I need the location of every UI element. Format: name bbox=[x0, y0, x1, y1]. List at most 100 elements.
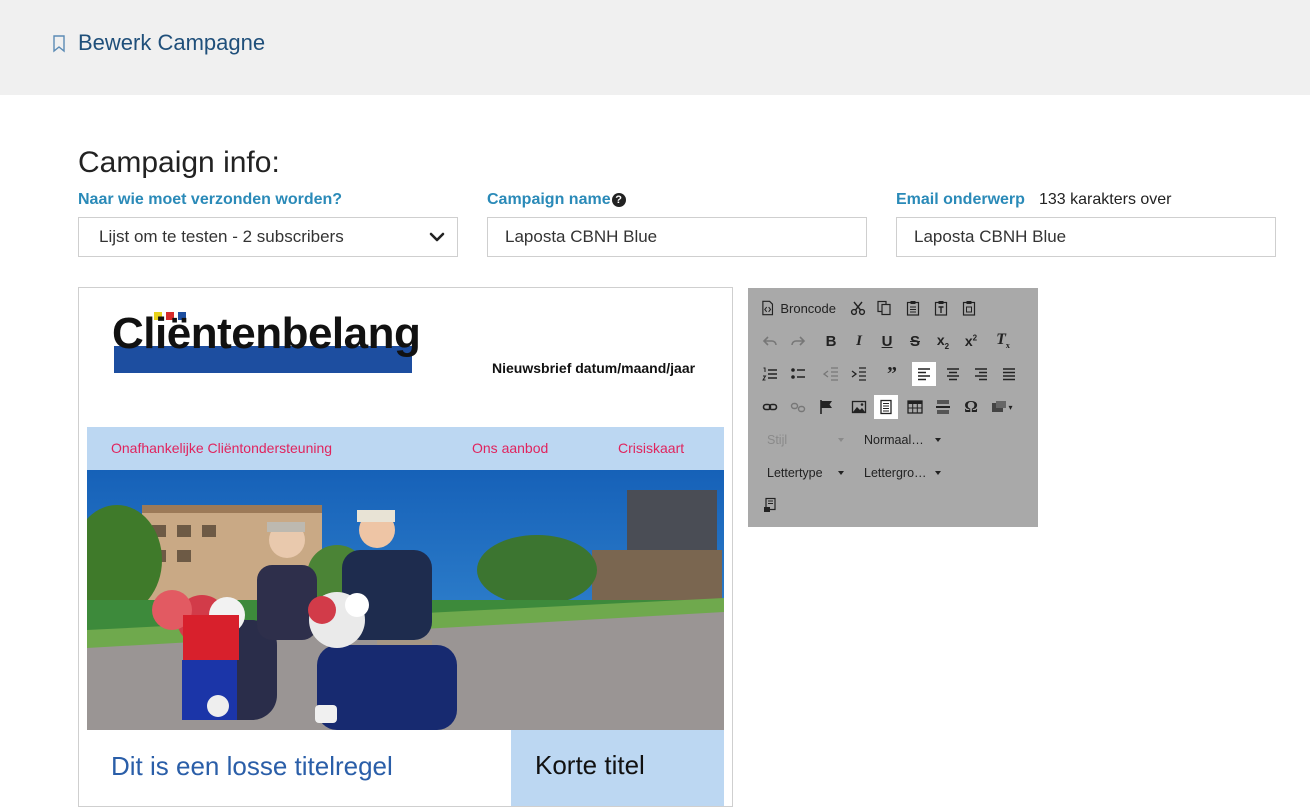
source-icon bbox=[762, 300, 774, 316]
copy-icon bbox=[877, 300, 891, 316]
unlink-button[interactable] bbox=[786, 395, 810, 419]
subscript-button[interactable]: x2 bbox=[931, 329, 955, 353]
special-character-button[interactable]: Ω bbox=[959, 395, 983, 419]
link-button[interactable] bbox=[758, 395, 782, 419]
editor-toolbar: Broncode B I U S x2 x2 Tx ” Ω ▾ Stijl No… bbox=[748, 288, 1038, 527]
strikethrough-button[interactable]: S bbox=[903, 329, 927, 353]
justify-icon bbox=[1003, 368, 1015, 381]
caret-down-icon bbox=[935, 438, 941, 442]
indent-button[interactable] bbox=[847, 362, 871, 386]
unlink-icon bbox=[790, 402, 806, 413]
outdent-button[interactable] bbox=[819, 362, 843, 386]
logo-text: Cliëntenbelang bbox=[112, 309, 421, 358]
paste-icon bbox=[906, 301, 920, 316]
side-block[interactable]: Korte titel bbox=[511, 730, 724, 806]
horizontal-line-button[interactable] bbox=[931, 395, 955, 419]
align-center-button[interactable] bbox=[941, 362, 965, 386]
email-subject-field[interactable] bbox=[896, 217, 1276, 257]
numbered-list-icon bbox=[762, 367, 777, 381]
recipients-select[interactable]: Lijst om te testen - 2 subscribers bbox=[78, 217, 458, 257]
outdent-icon bbox=[823, 367, 838, 381]
style-combo[interactable]: Stijl bbox=[767, 428, 844, 452]
quote-icon: ” bbox=[887, 363, 897, 385]
source-label: Broncode bbox=[780, 300, 836, 316]
align-center-icon bbox=[947, 368, 959, 381]
justify-button[interactable] bbox=[997, 362, 1021, 386]
anchor-button[interactable] bbox=[814, 395, 838, 419]
bold-button[interactable]: B bbox=[819, 329, 843, 353]
recipients-label: Naar wie moet verzonden worden? bbox=[78, 191, 343, 208]
strikethrough-icon: S bbox=[909, 332, 920, 350]
iframe-button[interactable]: ▾ bbox=[988, 395, 1016, 419]
italic-button[interactable]: I bbox=[847, 329, 871, 353]
underline-button[interactable]: U bbox=[875, 329, 899, 353]
indent-icon bbox=[851, 367, 866, 381]
font-size-combo[interactable]: Lettergro… bbox=[864, 461, 941, 485]
caret-down-icon bbox=[935, 471, 941, 475]
align-right-button[interactable] bbox=[969, 362, 993, 386]
underline-icon: U bbox=[881, 332, 893, 350]
email-subject-label: Email onderwerp bbox=[896, 191, 1025, 208]
font-combo-label: Lettertype bbox=[767, 466, 823, 480]
characters-remaining: 133 karakters over bbox=[1039, 191, 1172, 208]
style-combo-label: Stijl bbox=[767, 433, 788, 447]
paste-text-button[interactable] bbox=[929, 296, 953, 320]
numbered-list-button[interactable] bbox=[758, 362, 782, 386]
link-icon bbox=[762, 403, 778, 411]
copy-button[interactable] bbox=[872, 296, 896, 320]
cut-button[interactable] bbox=[846, 296, 870, 320]
italic-icon: I bbox=[856, 332, 862, 349]
chevron-down-icon bbox=[429, 232, 445, 242]
bold-icon: B bbox=[825, 332, 837, 350]
subscript-icon: x2 bbox=[936, 331, 950, 351]
recipients-selected-value: Lijst om te testen - 2 subscribers bbox=[99, 227, 344, 246]
page-header: Bewerk Campagne bbox=[0, 0, 1310, 95]
image-button[interactable] bbox=[847, 395, 871, 419]
remove-format-icon: Tx bbox=[996, 331, 1010, 351]
help-icon[interactable]: ? bbox=[611, 193, 626, 207]
remove-format-button[interactable]: Tx bbox=[991, 329, 1015, 353]
campaign-name-label: Campaign name? bbox=[487, 191, 626, 209]
scissors-icon bbox=[850, 301, 866, 316]
clientenbelang-logo: Cliëntenbelang bbox=[112, 312, 421, 373]
paste-word-button[interactable] bbox=[957, 296, 981, 320]
campaign-name-field[interactable] bbox=[487, 217, 867, 257]
caret-down-icon bbox=[838, 438, 844, 442]
image-icon bbox=[851, 400, 867, 414]
nav-link-clientondersteuning[interactable]: Onafhankelijke Cliëntondersteuning bbox=[111, 440, 332, 456]
maximize-button[interactable] bbox=[758, 493, 782, 517]
blockquote-button[interactable]: ” bbox=[880, 362, 904, 386]
superscript-icon: x2 bbox=[964, 333, 978, 349]
paste-button[interactable] bbox=[901, 296, 925, 320]
source-button[interactable]: Broncode bbox=[760, 296, 836, 320]
nav-link-crisiskaart[interactable]: Crisiskaart bbox=[618, 440, 684, 456]
undo-icon bbox=[762, 336, 777, 346]
document-button[interactable] bbox=[874, 395, 898, 419]
align-left-button[interactable] bbox=[912, 362, 936, 386]
newsletter-preview[interactable]: Cliëntenbelang Nieuwsbrief datum/maand/j… bbox=[78, 287, 733, 807]
side-title: Korte titel bbox=[535, 750, 645, 780]
table-icon bbox=[907, 400, 923, 414]
table-button[interactable] bbox=[903, 395, 927, 419]
hero-photo bbox=[87, 470, 724, 730]
newsletter-nav: Onafhankelijke Cliëntondersteuning Ons a… bbox=[87, 427, 724, 470]
headline[interactable]: Dit is een losse titelregel bbox=[111, 751, 393, 782]
undo-button[interactable] bbox=[758, 329, 782, 353]
bulleted-list-button[interactable] bbox=[786, 362, 810, 386]
font-size-combo-label: Lettergro… bbox=[864, 466, 927, 480]
format-combo[interactable]: Normaal… bbox=[864, 428, 941, 452]
email-subject-input[interactable] bbox=[914, 218, 1239, 256]
nav-link-ons-aanbod[interactable]: Ons aanbod bbox=[472, 440, 548, 456]
superscript-button[interactable]: x2 bbox=[959, 329, 983, 353]
align-right-icon bbox=[975, 368, 987, 381]
font-combo[interactable]: Lettertype bbox=[767, 461, 844, 485]
flag-icon bbox=[820, 400, 832, 414]
align-left-icon bbox=[918, 368, 930, 381]
omega-icon: Ω bbox=[964, 397, 978, 416]
maximize-icon bbox=[764, 497, 776, 512]
redo-button[interactable] bbox=[786, 329, 810, 353]
bookmark-icon[interactable] bbox=[52, 35, 66, 53]
paste-text-icon bbox=[934, 301, 948, 316]
campaign-name-input[interactable] bbox=[505, 218, 830, 256]
horizontal-line-icon bbox=[936, 400, 950, 414]
